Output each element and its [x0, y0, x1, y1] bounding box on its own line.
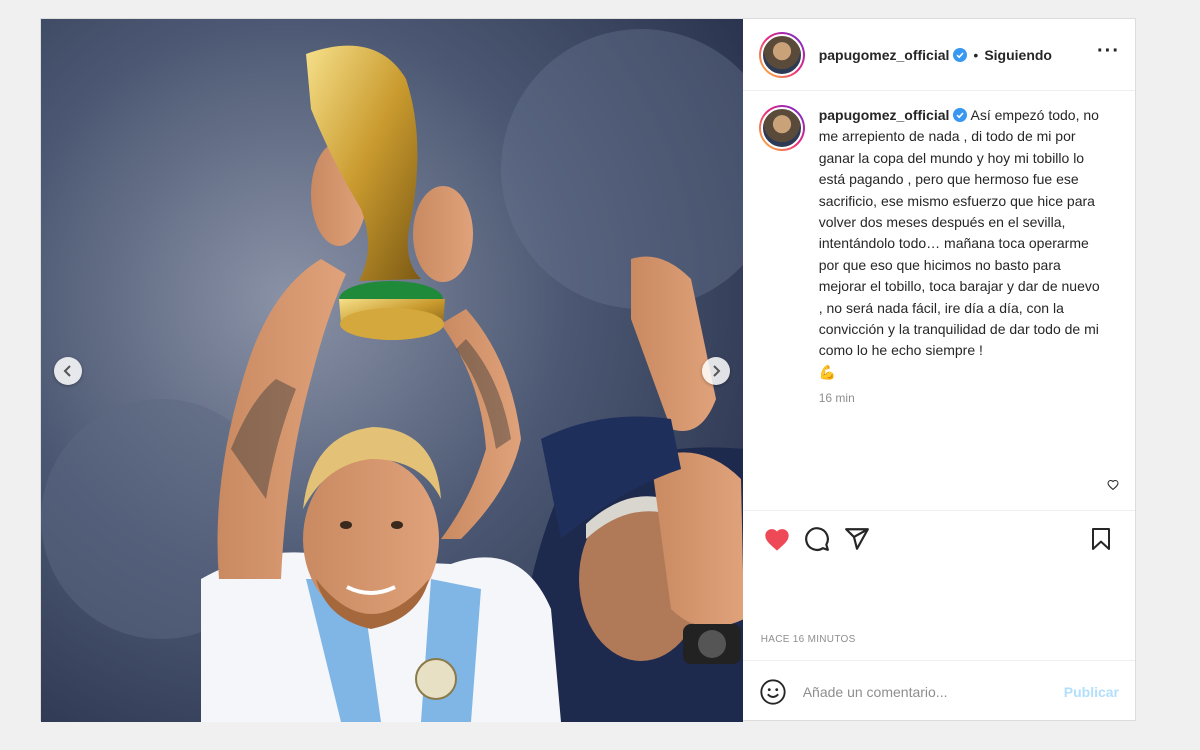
- caption-area: papugomez_official Así empezó todo, no m…: [743, 91, 1135, 510]
- post-photo: [41, 19, 743, 722]
- comment-box: Publicar: [742, 660, 1135, 722]
- share-icon: [844, 527, 869, 550]
- likes-area: [743, 566, 1135, 634]
- next-image-button[interactable]: [702, 357, 730, 385]
- comment-input[interactable]: [802, 683, 1064, 700]
- comment-icon: [804, 526, 829, 551]
- following-button[interactable]: Siguiendo: [984, 47, 1054, 63]
- caption-body: papugomez_official Así empezó todo, no m…: [819, 105, 1105, 510]
- header-username-text: papugomez_official: [818, 46, 950, 63]
- chevron-left-icon: [63, 365, 71, 377]
- comment-button[interactable]: [797, 519, 837, 559]
- publish-button[interactable]: Publicar: [1064, 684, 1119, 700]
- instagram-post: papugomez_official • Siguiendo ··· papug…: [40, 18, 1136, 722]
- verified-icon: [953, 47, 968, 62]
- caption-avatar-image: [760, 107, 803, 149]
- action-bar: [742, 510, 1135, 566]
- heart-icon: [765, 528, 789, 551]
- more-options-button[interactable]: ···: [1097, 41, 1120, 64]
- separator-dot: •: [973, 46, 979, 63]
- post-side-panel: papugomez_official • Siguiendo ··· papug…: [742, 19, 1135, 722]
- caption-avatar[interactable]: [758, 105, 805, 151]
- previous-image-button[interactable]: [54, 357, 82, 385]
- avatar[interactable]: [758, 31, 805, 78]
- caption: papugomez_official Así empezó todo, no m…: [819, 105, 1105, 383]
- chevron-right-icon: [713, 365, 721, 377]
- caption-emoji: 💪: [818, 363, 837, 380]
- header-username[interactable]: papugomez_official: [819, 47, 968, 63]
- like-button[interactable]: [757, 519, 797, 559]
- emoji-icon[interactable]: [759, 678, 787, 706]
- comment-like-icon[interactable]: [1107, 479, 1119, 491]
- share-button[interactable]: [837, 519, 877, 559]
- post-media[interactable]: [41, 19, 743, 722]
- caption-username[interactable]: papugomez_official: [819, 107, 950, 123]
- caption-time[interactable]: 16 min: [819, 391, 1105, 405]
- bookmark-icon: [1092, 527, 1110, 550]
- avatar-image: [760, 33, 803, 76]
- post-header: papugomez_official • Siguiendo ···: [742, 19, 1135, 91]
- save-button[interactable]: [1081, 519, 1121, 559]
- caption-text: Así empezó todo, no me arrepiento de nad…: [818, 107, 1100, 359]
- verified-icon: [953, 108, 968, 122]
- posted-time[interactable]: HACE 16 MINUTOS: [743, 634, 1135, 660]
